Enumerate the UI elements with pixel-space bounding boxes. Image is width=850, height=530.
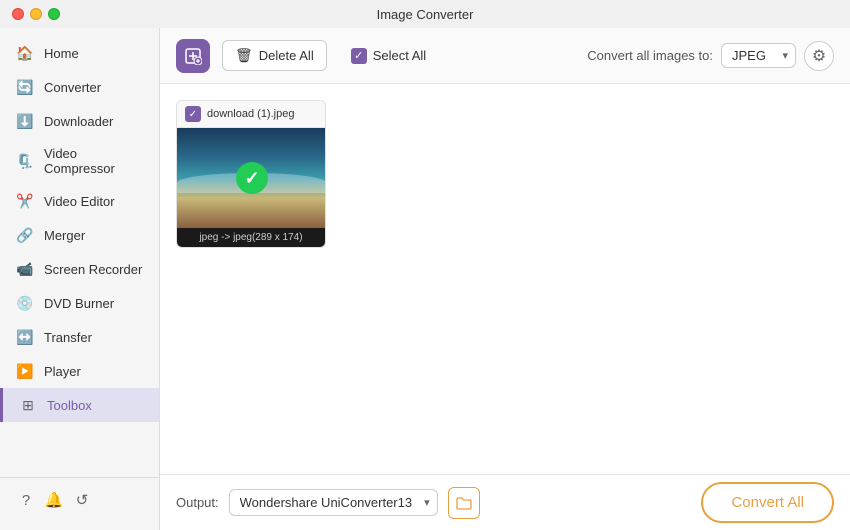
- minimize-button[interactable]: [30, 8, 42, 20]
- close-button[interactable]: [12, 8, 24, 20]
- player-icon: ▶️: [16, 362, 34, 380]
- traffic-lights: [12, 8, 60, 20]
- sidebar-item-player[interactable]: ▶️ Player: [0, 354, 159, 388]
- title-bar: Image Converter: [0, 0, 850, 28]
- sidebar-item-converter[interactable]: 🔄 Converter: [0, 70, 159, 104]
- sidebar-item-downloader[interactable]: ⬇️ Downloader: [0, 104, 159, 138]
- card-thumbnail[interactable]: ✓: [177, 128, 326, 228]
- select-all-label: Select All: [373, 48, 426, 63]
- transfer-icon: ↔️: [16, 328, 34, 346]
- card-conversion-info: jpeg -> jpeg(289 x 174): [177, 228, 325, 247]
- output-folder-select[interactable]: Wondershare UniConverter13: [229, 489, 438, 516]
- content-body: ✓ download (1).jpeg ✓ jpeg -> jpeg(289 x…: [160, 84, 850, 474]
- toolbar-right: Convert all images to: JPEG PNG BMP TIFF…: [587, 41, 834, 71]
- refresh-icon[interactable]: ↺: [72, 490, 92, 510]
- downloader-icon: ⬇️: [16, 112, 34, 130]
- sidebar-label-video-editor: Video Editor: [44, 194, 115, 209]
- image-card-header: ✓ download (1).jpeg: [177, 101, 325, 128]
- sidebar-label-video-compressor: Video Compressor: [44, 146, 143, 176]
- converter-icon: 🔄: [16, 78, 34, 96]
- settings-button[interactable]: ⚙: [804, 41, 834, 71]
- sidebar-item-screen-recorder[interactable]: 📹 Screen Recorder: [0, 252, 159, 286]
- add-image-button[interactable]: [176, 39, 210, 73]
- sidebar-label-merger: Merger: [44, 228, 85, 243]
- card-filename: download (1).jpeg: [207, 108, 294, 120]
- format-select[interactable]: JPEG PNG BMP TIFF WEBP: [721, 43, 796, 68]
- sidebar-label-converter: Converter: [44, 80, 101, 95]
- sidebar-label-transfer: Transfer: [44, 330, 92, 345]
- card-checkbox[interactable]: ✓: [185, 106, 201, 122]
- sidebar-label-screen-recorder: Screen Recorder: [44, 262, 142, 277]
- trash-icon: 🗑: [235, 47, 253, 64]
- sidebar-item-merger[interactable]: 🔗 Merger: [0, 218, 159, 252]
- sidebar-label-player: Player: [44, 364, 81, 379]
- sidebar-item-home[interactable]: 🏠 Home: [0, 36, 159, 70]
- content-footer: Output: Wondershare UniConverter13 Conve…: [160, 474, 850, 530]
- content-area: 🗑 Delete All ✓ Select All Convert all im…: [160, 28, 850, 530]
- video-compressor-icon: 🗜️: [16, 152, 34, 170]
- sidebar-item-toolbox[interactable]: ⊞ Toolbox: [0, 388, 159, 422]
- open-folder-button[interactable]: [448, 487, 480, 519]
- select-all-button[interactable]: ✓ Select All: [339, 42, 438, 70]
- toolbox-icon: ⊞: [19, 396, 37, 414]
- sidebar-label-toolbox: Toolbox: [47, 398, 92, 413]
- delete-all-button[interactable]: 🗑 Delete All: [222, 40, 327, 71]
- sidebar: 🏠 Home 🔄 Converter ⬇️ Downloader 🗜️ Vide…: [0, 28, 160, 530]
- sidebar-item-video-compressor[interactable]: 🗜️ Video Compressor: [0, 138, 159, 184]
- sidebar-item-dvd-burner[interactable]: 💿 DVD Burner: [0, 286, 159, 320]
- window-title: Image Converter: [377, 7, 474, 22]
- content-toolbar: 🗑 Delete All ✓ Select All Convert all im…: [160, 28, 850, 84]
- output-label: Output:: [176, 495, 219, 510]
- check-overlay-icon: ✓: [236, 162, 268, 194]
- image-card: ✓ download (1).jpeg ✓ jpeg -> jpeg(289 x…: [176, 100, 326, 248]
- sidebar-item-transfer[interactable]: ↔️ Transfer: [0, 320, 159, 354]
- sidebar-bottom: ? 🔔 ↺: [0, 477, 159, 522]
- select-all-checkbox-icon: ✓: [351, 48, 367, 64]
- notifications-icon[interactable]: 🔔: [44, 490, 64, 510]
- sidebar-label-downloader: Downloader: [44, 114, 113, 129]
- maximize-button[interactable]: [48, 8, 60, 20]
- convert-all-button[interactable]: Convert All: [701, 482, 834, 523]
- format-select-wrapper: JPEG PNG BMP TIFF WEBP: [721, 43, 796, 68]
- delete-all-label: Delete All: [259, 48, 314, 63]
- video-editor-icon: ✂️: [16, 192, 34, 210]
- merger-icon: 🔗: [16, 226, 34, 244]
- dvd-burner-icon: 💿: [16, 294, 34, 312]
- sidebar-label-home: Home: [44, 46, 79, 61]
- main-layout: 🏠 Home 🔄 Converter ⬇️ Downloader 🗜️ Vide…: [0, 28, 850, 530]
- help-icon[interactable]: ?: [16, 490, 36, 510]
- screen-recorder-icon: 📹: [16, 260, 34, 278]
- output-select-wrapper: Wondershare UniConverter13: [229, 489, 438, 516]
- sidebar-label-dvd-burner: DVD Burner: [44, 296, 114, 311]
- sidebar-item-video-editor[interactable]: ✂️ Video Editor: [0, 184, 159, 218]
- home-icon: 🏠: [16, 44, 34, 62]
- convert-to-label: Convert all images to:: [587, 48, 713, 63]
